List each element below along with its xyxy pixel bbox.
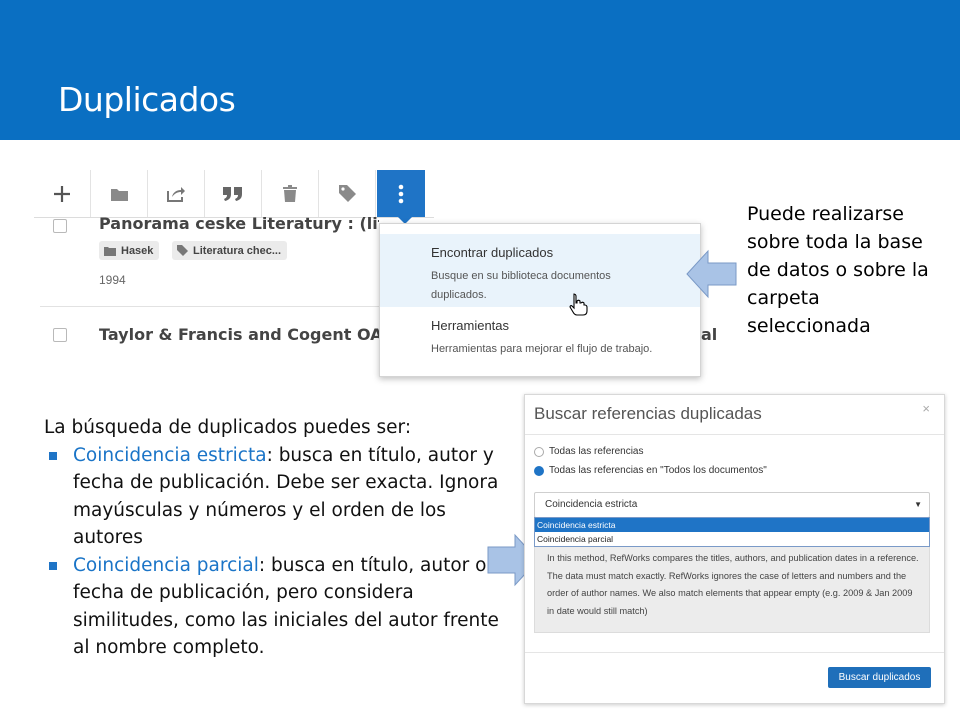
reference-title-tail: al <box>701 325 718 344</box>
more-vertical-icon <box>398 184 404 203</box>
select-value: Coincidencia estricta <box>545 499 638 510</box>
close-icon[interactable]: × <box>922 401 930 416</box>
chevron-down-icon: ▼ <box>914 500 922 509</box>
reference-checkbox[interactable] <box>53 328 67 342</box>
menu-item-tools[interactable]: Herramientas Herramientas para mejorar e… <box>380 310 700 370</box>
reference-checkbox[interactable] <box>53 219 67 233</box>
match-type-options: Coincidencia estricta Coincidencia parci… <box>534 517 930 547</box>
folder-button[interactable] <box>91 170 148 217</box>
tag-icon <box>338 185 356 202</box>
bullet-square-icon <box>49 561 57 570</box>
method-description-box: In this method, RefWorks compares the ti… <box>534 536 930 633</box>
dialog-title: Buscar referencias duplicadas <box>534 404 762 423</box>
menu-item-find-duplicates[interactable]: Encontrar duplicados Busque en su biblio… <box>380 234 700 307</box>
trash-icon <box>283 185 297 202</box>
menu-item-description: Busque en su biblioteca documentos dupli… <box>431 270 611 301</box>
find-duplicates-button[interactable]: Buscar duplicados <box>828 667 931 688</box>
radio-all-documents[interactable] <box>534 466 544 476</box>
reference-title[interactable]: Taylor & Francis and Cogent OA launch <box>99 325 379 344</box>
option-strict[interactable]: Coincidencia estricta <box>535 518 929 532</box>
quote-icon <box>223 186 242 201</box>
match-type-select[interactable]: Coincidencia estricta ▼ <box>534 492 930 518</box>
slide-title: Duplicados <box>58 80 236 119</box>
radio-label: Todas las referencias en "Todos los docu… <box>549 465 767 476</box>
folder-icon <box>110 188 128 201</box>
option-partial[interactable]: Coincidencia parcial <box>535 532 929 546</box>
more-options-menu: Encontrar duplicados Busque en su biblio… <box>379 223 701 377</box>
add-button[interactable] <box>34 170 91 217</box>
menu-item-description: Herramientas para mejorar el flujo de tr… <box>431 343 653 355</box>
reference-title[interactable]: Panorama ceske Literatury : (literarni d… <box>99 214 379 233</box>
bullet-strict: Coincidencia estricta: busca en título, … <box>44 442 514 552</box>
bullet-keyword: Coincidencia estricta <box>73 444 267 466</box>
tag-label: Literatura chec... <box>193 244 282 257</box>
bullet-keyword: Coincidencia parcial <box>73 554 259 576</box>
delete-button[interactable] <box>262 170 319 217</box>
more-button[interactable] <box>377 170 425 224</box>
divider <box>525 652 944 653</box>
slide-header: Duplicados <box>0 0 960 140</box>
duplicates-dialog: Buscar referencias duplicadas × Todas la… <box>524 394 945 704</box>
cite-button[interactable] <box>205 170 262 217</box>
radio-label: Todas las referencias <box>549 446 644 457</box>
folder-icon <box>104 246 116 256</box>
bullet-partial: Coincidencia parcial: busca en título, a… <box>44 552 514 662</box>
divider <box>525 434 944 435</box>
row-divider <box>40 306 379 307</box>
reference-year: 1994 <box>99 273 126 287</box>
menu-item-title: Encontrar duplicados <box>431 245 554 260</box>
folder-tag[interactable]: Hasek <box>99 241 160 260</box>
menu-item-title: Herramientas <box>431 318 510 333</box>
tag-label: Hasek <box>121 244 154 257</box>
explanation-text: La búsqueda de duplicados puedes ser: Co… <box>44 414 514 662</box>
share-button[interactable] <box>148 170 205 217</box>
method-description: In this method, RefWorks compares the ti… <box>547 553 919 616</box>
tag-button[interactable] <box>319 170 376 217</box>
label-tag[interactable]: Literatura chec... <box>172 241 288 260</box>
callout-arrow-left <box>686 249 737 299</box>
refworks-toolbar <box>34 170 434 224</box>
radio-all-references[interactable] <box>534 447 544 457</box>
plus-icon <box>54 185 70 202</box>
bullet-square-icon <box>49 451 57 460</box>
callout-note: Puede realizarse sobre toda la base de d… <box>747 203 929 337</box>
explanation-intro: La búsqueda de duplicados puedes ser: <box>44 417 412 438</box>
tag-icon <box>177 245 188 256</box>
share-icon <box>167 186 185 202</box>
